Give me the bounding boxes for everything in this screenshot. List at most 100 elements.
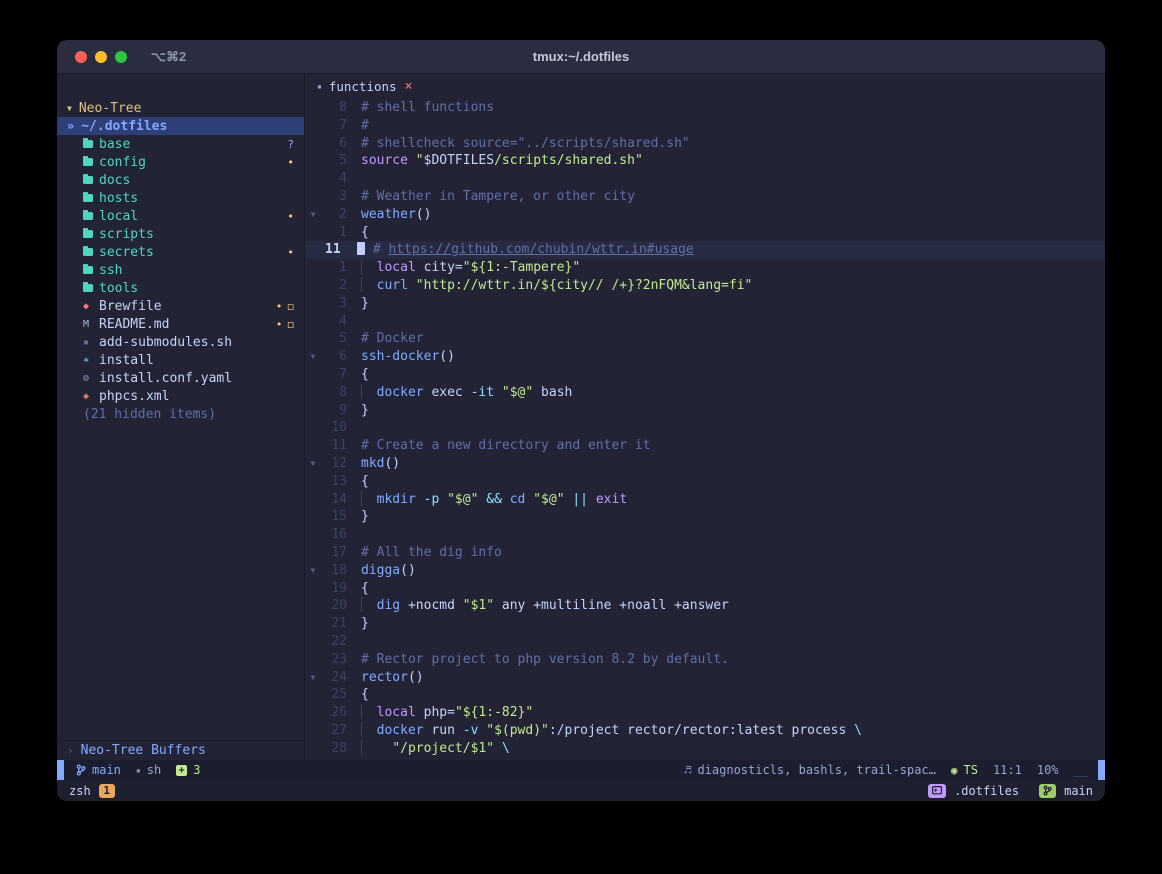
tree-item-tools[interactable]: tools xyxy=(57,279,304,297)
code-line[interactable]: 28▏ "/project/$1" \ xyxy=(305,740,1105,758)
git-status-badge: • xyxy=(276,318,283,331)
tmux-window-index-badge[interactable]: 1 xyxy=(99,784,115,798)
code-line[interactable]: 4 xyxy=(305,170,1105,188)
neotree-buffers-header[interactable]: › Neo-Tree Buffers xyxy=(57,740,304,760)
line-number: 4 xyxy=(321,170,347,188)
fold-icon[interactable]: ▼ xyxy=(305,348,321,366)
code-line[interactable]: 7# xyxy=(305,117,1105,135)
tree-item-config[interactable]: config• xyxy=(57,153,304,171)
fold-column xyxy=(305,651,321,669)
fold-icon[interactable]: ▼ xyxy=(305,455,321,473)
code-line[interactable]: 11 # https://github.com/chubin/wttr.in#u… xyxy=(305,241,1105,259)
fold-icon[interactable]: ▼ xyxy=(305,562,321,580)
fold-icon[interactable]: ▼ xyxy=(305,206,321,224)
fold-column xyxy=(305,135,321,153)
code-line[interactable]: 22 xyxy=(305,633,1105,651)
code-line[interactable]: 1{ xyxy=(305,224,1105,242)
window-title: tmux:~/.dotfiles xyxy=(57,49,1105,64)
tab-close-icon[interactable]: × xyxy=(405,79,413,94)
code-line[interactable]: 5source "$DOTFILES/scripts/shared.sh" xyxy=(305,152,1105,170)
code-line[interactable]: 23# Rector project to php version 8.2 by… xyxy=(305,651,1105,669)
code-line[interactable]: ▼6ssh-docker() xyxy=(305,348,1105,366)
tree-root-label: ~/.dotfiles xyxy=(81,119,167,134)
tree-item-hosts[interactable]: hosts xyxy=(57,189,304,207)
code-line[interactable]: 9} xyxy=(305,402,1105,420)
code-line[interactable]: 13{ xyxy=(305,473,1105,491)
tree-item-add-submodules.sh[interactable]: ▪add-submodules.sh xyxy=(57,333,304,351)
code-line[interactable]: ▼2weather() xyxy=(305,206,1105,224)
line-number: 3 xyxy=(321,295,347,313)
lsp-segment: ♬ diagnosticls, bashls, trail-spac… xyxy=(684,763,936,777)
tmux-shell-label[interactable]: zsh xyxy=(69,784,91,798)
code-line[interactable]: 21} xyxy=(305,615,1105,633)
code-line[interactable]: 8▏ docker exec -it "$@" bash xyxy=(305,384,1105,402)
statusline: main ▪ sh + 3 ♬ diagnosticls, bashls, tr… xyxy=(57,760,1105,780)
code-line[interactable]: 2▏ curl "http://wttr.in/${city// /+}?2nF… xyxy=(305,277,1105,295)
code-line[interactable]: 8# shell functions xyxy=(305,99,1105,117)
tree-item-install.conf.yaml[interactable]: ⚙install.conf.yaml xyxy=(57,369,304,387)
statusline-right: ♬ diagnosticls, bashls, trail-spac… ◉ TS… xyxy=(684,763,1088,777)
code-line[interactable]: 3} xyxy=(305,295,1105,313)
code-line[interactable]: ▼24rector() xyxy=(305,669,1105,687)
code-line[interactable]: 4 xyxy=(305,313,1105,331)
tree-item-phpcs.xml[interactable]: ◈phpcs.xml xyxy=(57,387,304,405)
code-line[interactable]: 19{ xyxy=(305,580,1105,598)
chevron-down-icon: ▼ xyxy=(67,104,72,113)
tab-functions[interactable]: functions xyxy=(329,79,397,94)
zoom-button[interactable] xyxy=(115,51,127,63)
line-number: 6 xyxy=(321,135,347,153)
code-line[interactable]: 11# Create a new directory and enter it xyxy=(305,437,1105,455)
line-number: 18 xyxy=(321,562,347,580)
code-text: ▏ dig +nocmd "$1" any +multiline +noall … xyxy=(347,597,729,615)
tree-item-Brewfile[interactable]: ◆Brewfile•◻ xyxy=(57,297,304,315)
code-line[interactable]: 7{ xyxy=(305,366,1105,384)
code-text: ▏ docker exec -it "$@" bash xyxy=(347,384,572,402)
code-line[interactable]: ▼12mkd() xyxy=(305,455,1105,473)
tree-item-README.md[interactable]: MREADME.md•◻ xyxy=(57,315,304,333)
tree-item-local[interactable]: local• xyxy=(57,207,304,225)
diff-added-icon: + xyxy=(176,765,187,776)
code-line[interactable]: 1▏ local city="${1:-Tampere}" xyxy=(305,259,1105,277)
code-text: ▏ "/project/$1" \ xyxy=(347,740,510,758)
tree-item-base[interactable]: base? xyxy=(57,135,304,153)
code-line[interactable]: 14▏ mkdir -p "$@" && cd "$@" || exit xyxy=(305,491,1105,509)
code-line[interactable]: 5# Docker xyxy=(305,330,1105,348)
line-number: 20 xyxy=(321,597,347,615)
code-line[interactable]: ▼18digga() xyxy=(305,562,1105,580)
tree-item-secrets[interactable]: secrets• xyxy=(57,243,304,261)
code-text: digga() xyxy=(347,562,416,580)
tree-item-scripts[interactable]: scripts xyxy=(57,225,304,243)
code-text: { xyxy=(347,473,369,491)
tree-root-item[interactable]: » ~/.dotfiles xyxy=(57,117,304,135)
code-line[interactable]: 10 xyxy=(305,419,1105,437)
titlebar: ⌥⌘2 tmux:~/.dotfiles xyxy=(57,40,1105,74)
code-line[interactable]: 16 xyxy=(305,526,1105,544)
tree-item-install[interactable]: ∗install xyxy=(57,351,304,369)
code-text: } xyxy=(347,402,369,420)
line-number: 4 xyxy=(321,313,347,331)
fold-column xyxy=(305,384,321,402)
git-status-badge: • xyxy=(287,246,294,259)
tree-item-label: Brewfile xyxy=(99,299,162,314)
fold-icon[interactable]: ▼ xyxy=(305,669,321,687)
treesitter-icon: ◉ xyxy=(951,764,958,777)
item-badges: •◻ xyxy=(276,300,294,313)
code-line[interactable]: 27▏ docker run -v "$(pwd)":/project rect… xyxy=(305,722,1105,740)
line-number: 11 xyxy=(321,241,343,259)
code-line[interactable]: 15} xyxy=(305,508,1105,526)
item-badges: • xyxy=(287,246,294,259)
tree-item-docs[interactable]: docs xyxy=(57,171,304,189)
code-line[interactable]: 25{ xyxy=(305,686,1105,704)
minimize-button[interactable] xyxy=(95,51,107,63)
diff-added-count: 3 xyxy=(193,763,200,777)
line-number: 16 xyxy=(321,526,347,544)
tree-item-ssh[interactable]: ssh xyxy=(57,261,304,279)
code-line[interactable]: 3# Weather in Tampere, or other city xyxy=(305,188,1105,206)
code-line[interactable]: 6# shellcheck source="../scripts/shared.… xyxy=(305,135,1105,153)
code-text: ▏ local city="${1:-Tampere}" xyxy=(347,259,580,277)
close-button[interactable] xyxy=(75,51,87,63)
code-line[interactable]: 26▏ local php="${1:-82}" xyxy=(305,704,1105,722)
terminal-icon xyxy=(932,786,942,795)
code-line[interactable]: 20▏ dig +nocmd "$1" any +multiline +noal… xyxy=(305,597,1105,615)
code-line[interactable]: 17# All the dig info xyxy=(305,544,1105,562)
